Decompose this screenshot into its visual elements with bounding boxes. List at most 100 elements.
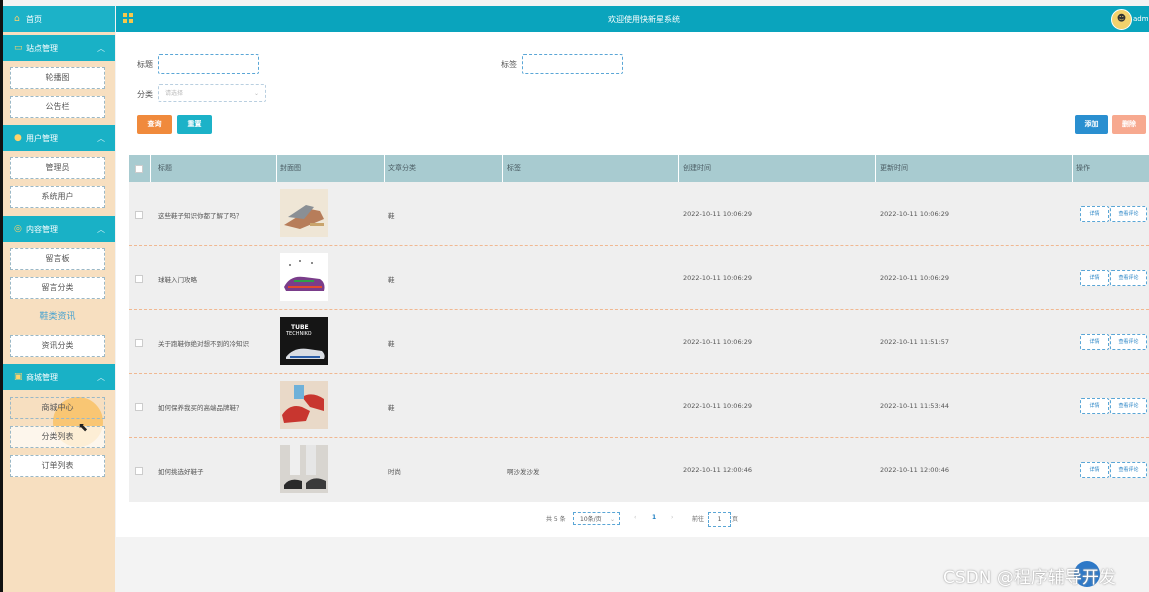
view-comments-button[interactable]: 查看评论 <box>1110 334 1147 350</box>
column-divider <box>150 155 151 182</box>
view-comments-button[interactable]: 查看评论 <box>1110 462 1147 478</box>
row-updated-time: 2022-10-11 11:51:57 <box>880 338 950 346</box>
select-all-checkbox[interactable] <box>135 165 143 173</box>
sidebar-item-order-list[interactable]: 订单列表 <box>10 455 105 477</box>
view-comments-button[interactable]: 查看评论 <box>1110 206 1147 222</box>
chevron-up-icon: ︿ <box>97 373 105 382</box>
sidebar-item-message-categories[interactable]: 留言分类 <box>10 277 105 299</box>
category-select-placeholder: 请选择 <box>165 90 184 97</box>
detail-button[interactable]: 详情 <box>1080 270 1109 286</box>
cover-image <box>280 253 328 301</box>
reset-button[interactable]: 重置 <box>177 115 212 134</box>
sidebar-item-shop-center[interactable]: 商城中心 <box>10 397 105 419</box>
sidebar-item-shoe-news[interactable]: 鞋类资讯 <box>10 306 105 328</box>
table-row[interactable]: 如何挑选好鞋子 时尚 啊沙发沙发 2022-10-11 12:00:46 202… <box>129 438 1149 502</box>
table-row[interactable]: 关于跑鞋你绝对想不到的冷知识 TUBE TECHNIKO 鞋 2022-10-1… <box>129 310 1149 374</box>
sidebar-item-category-list[interactable]: 分类列表 <box>10 426 105 448</box>
tag-filter-input[interactable] <box>522 54 623 74</box>
sidebar-group-label: 用户管理 <box>26 134 58 143</box>
current-page[interactable]: 1 <box>652 514 656 521</box>
column-header-category[interactable]: 文章分类 <box>388 155 416 182</box>
page-size-value: 10条/页 <box>580 516 602 523</box>
view-comments-button[interactable]: 查看评论 <box>1110 270 1147 286</box>
table-row[interactable]: 球鞋入门攻略 鞋 2022-10-11 10:06:29 2022-10-11 … <box>129 246 1149 310</box>
avatar[interactable]: ☻ <box>1111 9 1132 30</box>
top-bar: 欢迎使用快新星系统 ☻ adm <box>116 6 1149 32</box>
cover-image <box>280 445 328 493</box>
sidebar-item-messages[interactable]: 留言板 <box>10 248 105 270</box>
sidebar-group-label: 站点管理 <box>26 44 58 53</box>
grid-menu-icon[interactable] <box>123 13 133 23</box>
column-header-title[interactable]: 标题 <box>158 155 172 182</box>
cover-image <box>280 189 328 237</box>
row-updated-time: 2022-10-11 12:00:46 <box>880 466 950 474</box>
goto-page-input[interactable]: 1 <box>708 512 731 527</box>
page-size-select[interactable]: 10条/页 ⌄ <box>573 512 620 525</box>
user-icon: ● <box>14 133 22 143</box>
detail-button[interactable]: 详情 <box>1080 206 1109 222</box>
row-checkbox[interactable] <box>135 211 143 219</box>
sidebar: ⌂ 首页 ▭ 站点管理 ︿ 轮播图 公告栏 ● 用户管理 ︿ 管理员 系统用户 … <box>3 6 115 592</box>
sidebar-item-news-categories[interactable]: 资讯分类 <box>10 335 105 357</box>
sidebar-item-notice[interactable]: 公告栏 <box>10 96 105 118</box>
row-checkbox[interactable] <box>135 339 143 347</box>
detail-button[interactable]: 详情 <box>1080 334 1109 350</box>
sidebar-item-system-users[interactable]: 系统用户 <box>10 186 105 208</box>
username[interactable]: adm <box>1133 15 1149 23</box>
sidebar-group-users[interactable]: ● 用户管理 ︿ <box>3 125 115 151</box>
row-created-time: 2022-10-11 10:06:29 <box>683 274 753 282</box>
view-comments-button[interactable]: 查看评论 <box>1110 398 1147 414</box>
row-checkbox[interactable] <box>135 275 143 283</box>
title-filter-input[interactable] <box>158 54 259 74</box>
sidebar-group-label: 商城管理 <box>26 373 58 382</box>
sidebar-group-content[interactable]: ◎ 内容管理 ︿ <box>3 216 115 242</box>
column-header-cover[interactable]: 封面图 <box>280 155 301 182</box>
table-row[interactable]: 如何保养我买的高端品牌鞋？ 鞋 2022-10-11 10:06:29 2022… <box>129 374 1149 438</box>
column-header-created[interactable]: 创建时间 <box>683 155 711 182</box>
add-button[interactable]: 添加 <box>1075 115 1108 134</box>
detail-button[interactable]: 详情 <box>1080 398 1109 414</box>
sidebar-item-carousel[interactable]: 轮播图 <box>10 67 105 89</box>
column-header-tag[interactable]: 标签 <box>507 155 521 182</box>
row-created-time: 2022-10-11 10:06:29 <box>683 210 753 218</box>
row-title: 如何保养我买的高端品牌鞋？ <box>158 404 243 412</box>
prev-page-icon[interactable]: ‹ <box>634 514 636 521</box>
shoe-image-icon <box>280 189 328 237</box>
query-button[interactable]: 查询 <box>137 115 172 134</box>
monitor-icon: ▭ <box>14 43 23 53</box>
chevron-up-icon: ︿ <box>97 225 105 234</box>
table-row[interactable]: 这些鞋子知识你都了解了吗？ 鞋 2022-10-11 10:06:29 2022… <box>129 182 1149 246</box>
sidebar-home-label: 首页 <box>26 15 42 24</box>
mouse-pointer-icon: ⬉ <box>78 420 89 434</box>
sidebar-item-admin[interactable]: 管理员 <box>10 157 105 179</box>
goto-suffix: 页 <box>732 516 739 523</box>
category-select[interactable]: 请选择 ⌄ <box>158 84 266 102</box>
tag-filter-label: 标签 <box>501 60 517 69</box>
row-checkbox[interactable] <box>135 403 143 411</box>
red-sneakers-image-icon <box>280 381 328 429</box>
row-checkbox[interactable] <box>135 467 143 475</box>
app-title: 欢迎使用快新星系统 <box>608 15 680 24</box>
row-title: 球鞋入门攻略 <box>158 276 197 284</box>
row-category: 鞋 <box>388 276 395 284</box>
row-tag: 啊沙发沙发 <box>507 468 540 476</box>
settings-icon: ◎ <box>14 224 22 234</box>
fashion-shoes-image-icon <box>280 445 328 493</box>
row-created-time: 2022-10-11 10:06:29 <box>683 338 753 346</box>
row-title: 这些鞋子知识你都了解了吗？ <box>158 212 243 220</box>
row-created-time: 2022-10-11 12:00:46 <box>683 466 753 474</box>
sidebar-group-shop[interactable]: ▣ 商城管理 ︿ <box>3 364 115 390</box>
sidebar-group-label: 内容管理 <box>26 225 58 234</box>
chevron-down-icon: ⌄ <box>253 90 259 97</box>
detail-button[interactable]: 详情 <box>1080 462 1109 478</box>
column-header-updated[interactable]: 更新时间 <box>880 155 908 182</box>
next-page-icon[interactable]: › <box>671 514 673 521</box>
row-title: 关于跑鞋你绝对想不到的冷知识 <box>158 340 249 348</box>
sidebar-group-site[interactable]: ▭ 站点管理 ︿ <box>3 35 115 61</box>
sidebar-home[interactable]: ⌂ 首页 <box>3 6 115 32</box>
row-category: 鞋 <box>388 212 395 220</box>
chevron-up-icon: ︿ <box>97 134 105 143</box>
category-filter-label: 分类 <box>137 90 153 99</box>
delete-button[interactable]: 删除 <box>1112 115 1146 134</box>
title-filter-label: 标题 <box>137 60 153 69</box>
